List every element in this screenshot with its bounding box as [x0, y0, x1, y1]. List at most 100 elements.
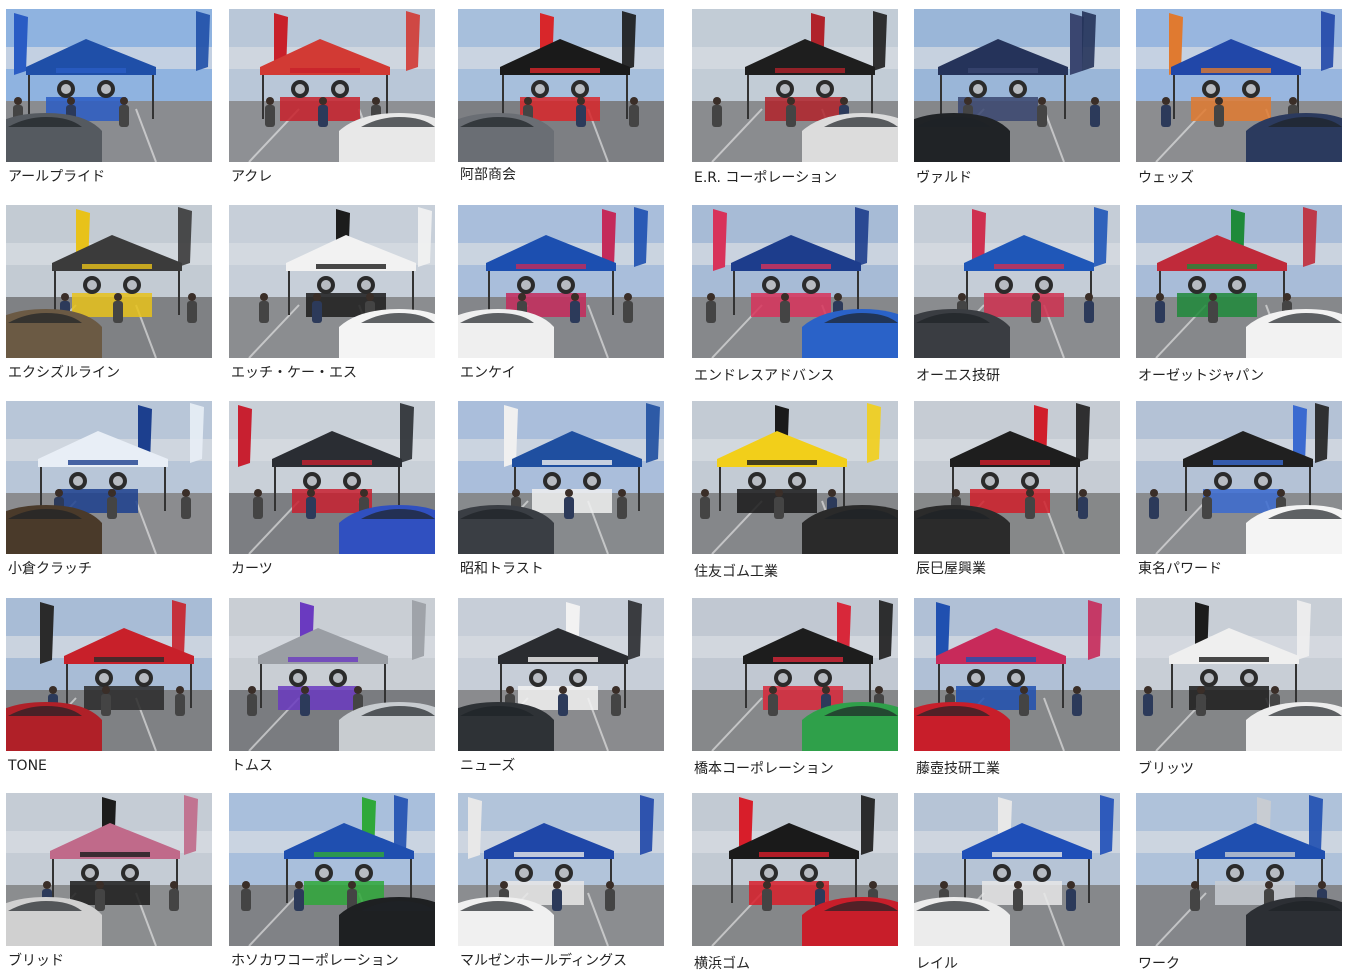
booth-photo[interactable] — [458, 598, 664, 751]
booth-photo[interactable] — [458, 205, 664, 358]
booth-photo[interactable] — [6, 9, 212, 162]
booth-photo[interactable] — [914, 793, 1120, 946]
booth-card[interactable]: エクシズルライン — [6, 205, 212, 391]
booth-name[interactable]: TONE — [8, 756, 47, 776]
booth-photo[interactable] — [1136, 598, 1342, 751]
booth-card[interactable]: ニューズ — [458, 598, 664, 784]
booth-card[interactable]: 昭和トラスト — [458, 401, 664, 587]
booth-card[interactable]: 小倉クラッチ — [6, 401, 212, 587]
booth-name[interactable]: エッチ・ケー・エス — [231, 363, 357, 383]
booth-photo-image — [229, 205, 435, 358]
booth-photo[interactable] — [1136, 793, 1342, 946]
booth-photo[interactable] — [458, 9, 664, 162]
booth-photo[interactable] — [229, 793, 435, 946]
booth-name[interactable]: オーゼットジャパン — [1138, 366, 1264, 386]
booth-card[interactable]: オーエス技研 — [914, 205, 1120, 391]
booth-card[interactable]: ブリッド — [6, 793, 212, 979]
booth-card[interactable]: ウェッズ — [1136, 9, 1342, 195]
booth-card[interactable]: 藤壺技研工業 — [914, 598, 1120, 784]
booth-name[interactable]: ブリッド — [8, 951, 64, 971]
booth-name[interactable]: 藤壺技研工業 — [916, 759, 1000, 779]
booth-name[interactable]: アールプライド — [8, 167, 105, 187]
booth-photo[interactable] — [458, 401, 664, 554]
booth-card[interactable]: エッチ・ケー・エス — [229, 205, 435, 391]
booth-name[interactable]: ウェッズ — [1138, 168, 1194, 188]
booth-photo[interactable] — [6, 401, 212, 554]
booth-card[interactable]: カーツ — [229, 401, 435, 587]
booth-photo[interactable] — [229, 598, 435, 751]
booth-photo[interactable] — [229, 401, 435, 554]
booth-card[interactable]: ホソカワコーポレーション — [229, 793, 435, 979]
booth-name[interactable]: ホソカワコーポレーション — [231, 951, 399, 971]
booth-photo-image — [1136, 401, 1342, 554]
booth-card[interactable]: 横浜ゴム — [692, 793, 898, 979]
booth-name[interactable]: ブリッツ — [1138, 759, 1194, 779]
booth-card[interactable]: トムス — [229, 598, 435, 784]
booth-name[interactable]: エンケイ — [460, 363, 516, 383]
booth-name[interactable]: ワーク — [1138, 954, 1180, 974]
booth-photo[interactable] — [914, 598, 1120, 751]
booth-card[interactable]: ワーク — [1136, 793, 1342, 979]
booth-photo-image — [458, 205, 664, 358]
booth-card[interactable]: エンドレスアドバンス — [692, 205, 898, 391]
booth-photo-image — [229, 401, 435, 554]
booth-card[interactable]: エンケイ — [458, 205, 664, 391]
booth-photo[interactable] — [914, 9, 1120, 162]
booth-card[interactable]: レイル — [914, 793, 1120, 979]
booth-name[interactable]: レイル — [916, 954, 958, 974]
booth-card[interactable]: アクレ — [229, 9, 435, 195]
booth-name[interactable]: アクレ — [231, 167, 272, 187]
booth-card[interactable]: 辰巳屋興業 — [914, 401, 1120, 587]
booth-photo[interactable] — [692, 793, 898, 946]
booth-card[interactable]: 住友ゴム工業 — [692, 401, 898, 587]
booth-photo-image — [692, 793, 898, 946]
booth-card[interactable]: マルゼンホールディングス — [458, 793, 664, 979]
booth-name[interactable]: 阿部商会 — [460, 165, 516, 185]
booth-name[interactable]: トムス — [231, 756, 273, 776]
booth-card[interactable]: TONE — [6, 598, 212, 784]
booth-photo[interactable] — [692, 9, 898, 162]
booth-photo[interactable] — [692, 401, 898, 554]
booth-card[interactable]: 東名パワード — [1136, 401, 1342, 587]
booth-name[interactable]: E.R. コーポレーション — [694, 168, 837, 188]
booth-card[interactable]: E.R. コーポレーション — [692, 9, 898, 195]
booth-photo[interactable] — [458, 793, 664, 946]
booth-card[interactable]: 阿部商会 — [458, 9, 664, 195]
booth-photo[interactable] — [229, 205, 435, 358]
booth-photo[interactable] — [229, 9, 435, 162]
booth-photo[interactable] — [6, 598, 212, 751]
booth-photo[interactable] — [914, 205, 1120, 358]
booth-photo[interactable] — [6, 205, 212, 358]
booth-photo-image — [1136, 205, 1342, 358]
booth-photo[interactable] — [692, 598, 898, 751]
booth-name[interactable]: ヴァルド — [916, 168, 972, 188]
booth-name[interactable]: 橋本コーポレーション — [694, 759, 834, 779]
booth-card[interactable]: ヴァルド — [914, 9, 1120, 195]
booth-photo-image — [1136, 793, 1342, 946]
booth-name[interactable]: 昭和トラスト — [460, 559, 544, 579]
booth-name[interactable]: 辰巳屋興業 — [916, 559, 986, 579]
booth-photo[interactable] — [1136, 401, 1342, 554]
booth-name[interactable]: 住友ゴム工業 — [694, 562, 778, 582]
booth-name[interactable]: エンドレスアドバンス — [694, 366, 834, 386]
booth-photo-image — [6, 598, 212, 751]
booth-photo[interactable] — [914, 401, 1120, 554]
booth-photo[interactable] — [692, 205, 898, 358]
booth-name[interactable]: エクシズルライン — [8, 363, 120, 383]
booth-name[interactable]: マルゼンホールディングス — [460, 951, 627, 971]
booth-name[interactable]: 小倉クラッチ — [8, 559, 92, 579]
booth-name[interactable]: カーツ — [231, 559, 273, 579]
booth-photo[interactable] — [6, 793, 212, 946]
booth-card[interactable]: オーゼットジャパン — [1136, 205, 1342, 391]
booth-name[interactable]: 横浜ゴム — [694, 954, 750, 974]
booth-photo[interactable] — [1136, 9, 1342, 162]
booth-name[interactable]: オーエス技研 — [916, 366, 1000, 386]
booth-name[interactable]: ニューズ — [460, 756, 515, 776]
booth-card[interactable]: ブリッツ — [1136, 598, 1342, 784]
booth-card[interactable]: 橋本コーポレーション — [692, 598, 898, 784]
booth-card[interactable]: アールプライド — [6, 9, 212, 195]
booth-photo-image — [692, 401, 898, 554]
booth-photo-image — [1136, 598, 1342, 751]
booth-photo[interactable] — [1136, 205, 1342, 358]
booth-name[interactable]: 東名パワード — [1138, 559, 1222, 579]
